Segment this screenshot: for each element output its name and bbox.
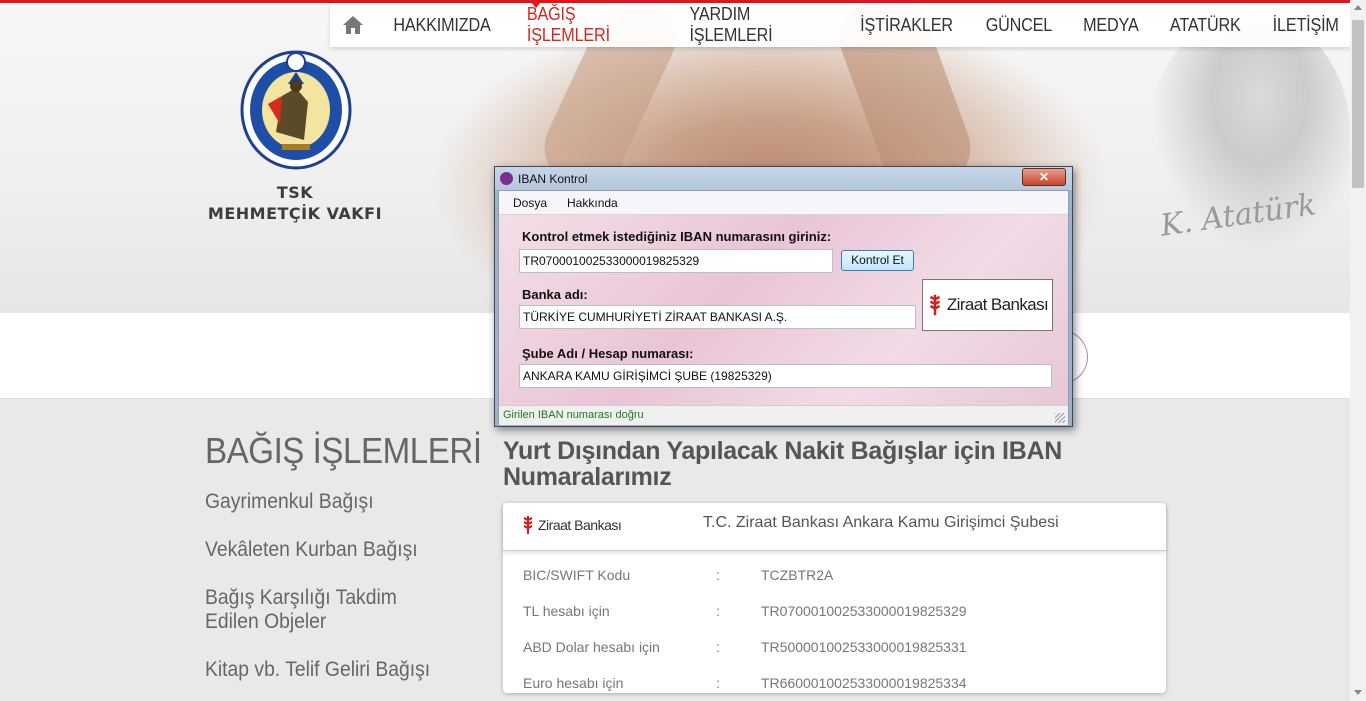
row-sep: : — [716, 567, 720, 583]
scroll-up-icon[interactable] — [1354, 5, 1362, 10]
dialog-ziraat-logo: Ziraat Bankası — [922, 279, 1053, 331]
scrollbar-thumb[interactable] — [1352, 20, 1364, 188]
sidebar-menu: Gayrimenkul Bağışı Vekâleten Kurban Bağı… — [205, 490, 465, 701]
window-body: Dosya Hakkında Kontrol etmek istediğiniz… — [498, 190, 1069, 425]
nav-guncel[interactable]: GÜNCEL — [986, 15, 1053, 36]
nav-istirakler[interactable]: İŞTİRAKLER — [861, 15, 954, 36]
sidebar-item-telif-geliri[interactable]: Kitap vb. Telif Geliri Bağışı — [205, 658, 444, 682]
row-sep: : — [716, 675, 720, 691]
window-titlebar[interactable]: IBAN Kontrol ✕ — [495, 167, 1072, 190]
active-nav-indicator — [531, 2, 541, 8]
status-text: Girilen IBAN numarası doğru — [503, 409, 644, 421]
branch-label: Şube Adı / Hesap numarası: — [522, 346, 694, 361]
sidebar-item-vekaleten-kurban[interactable]: Vekâleten Kurban Bağışı — [205, 538, 444, 562]
iban-kontrol-window: IBAN Kontrol ✕ Dosya Hakkında Kontrol et… — [494, 166, 1073, 427]
nav-iletisim[interactable]: İLETİŞİM — [1272, 15, 1338, 36]
row-value: TR500001002533000019825331 — [761, 639, 967, 655]
bank-name-label: Banka adı: — [522, 287, 588, 302]
sidebar-title: BAĞIŞ İŞLEMLERİ — [205, 430, 482, 471]
close-button[interactable]: ✕ — [1022, 168, 1066, 186]
main-nav: HAKKIMIZDA BAĞIŞ İŞLEMLERİ YARDIM İŞLEML… — [330, 2, 1366, 47]
row-key: ABD Dolar hesabı için — [523, 639, 660, 655]
menu-bar: Dosya Hakkında — [499, 191, 1068, 215]
dialog-content: Kontrol etmek istediğiniz IBAN numarasın… — [499, 215, 1068, 405]
dialog-bank-logo-text: Ziraat Bankası — [946, 295, 1049, 314]
tsk-logo[interactable] — [238, 44, 354, 172]
card-header: Ziraat Bankası T.C. Ziraat Bankası Ankar… — [503, 503, 1166, 551]
resize-grip-icon[interactable] — [1055, 413, 1065, 423]
menu-dosya[interactable]: Dosya — [513, 196, 547, 210]
card-bank-logo-text: Ziraat Bankası — [538, 517, 622, 533]
row-sep: : — [716, 639, 720, 655]
row-value: TR660001002533000019825334 — [761, 675, 967, 691]
table-row: ABD Dolar hesabı için : TR50000100253300… — [503, 629, 1166, 665]
page-scrollbar[interactable] — [1350, 0, 1366, 701]
page: K. Atatürk TSK MEHMETÇİK VAKFI HAKKIMIZD… — [0, 0, 1366, 701]
page-title: Yurt Dışından Yapılacak Nakit Bağışlar i… — [503, 437, 1062, 491]
iban-table: BIC/SWIFT Kodu : TCZBTR2A TL hesabı için… — [503, 551, 1166, 701]
window-title: IBAN Kontrol — [518, 171, 588, 186]
home-icon[interactable] — [342, 14, 364, 36]
nav-ataturk[interactable]: ATATÜRK — [1170, 15, 1241, 36]
nav-bagis-islemleri[interactable]: BAĞIŞ İŞLEMLERİ — [527, 4, 651, 46]
sidebar-item-takdim-objeler[interactable]: Bağış Karşılığı Takdim Edilen Objeler — [205, 586, 444, 634]
menu-hakkinda[interactable]: Hakkında — [567, 196, 618, 210]
bank-name-field[interactable]: TÜRKİYE CUMHURİYETİ ZİRAAT BANKASI A.Ş. — [519, 305, 916, 329]
row-key: Euro hesabı için — [523, 675, 624, 691]
iban-input[interactable]: TR070001002533000019825329 — [519, 249, 833, 273]
row-value: TR070001002533000019825329 — [761, 603, 967, 619]
ziraat-wheat-icon — [523, 516, 533, 534]
iban-card: Ziraat Bankası T.C. Ziraat Bankası Ankar… — [503, 503, 1166, 693]
ziraat-logo: Ziraat Bankası — [521, 515, 622, 535]
scroll-down-icon[interactable] — [1354, 690, 1362, 695]
iban-label: Kontrol etmek istediğiniz IBAN numarasın… — [522, 229, 832, 244]
logo-line-1: TSK — [276, 183, 314, 202]
kontrol-et-button[interactable]: Kontrol Et — [841, 250, 914, 271]
row-value: TCZBTR2A — [761, 567, 834, 583]
nav-yardim-islemleri[interactable]: YARDIM İŞLEMLERİ — [689, 4, 824, 46]
branch-field[interactable]: ANKARA KAMU GİRİŞİMCİ ŞUBE (19825329) — [519, 364, 1052, 388]
row-sep: : — [716, 603, 720, 619]
table-row: Euro hesabı için : TR6600010025330000198… — [503, 665, 1166, 701]
card-title: T.C. Ziraat Bankası Ankara Kamu Girişimc… — [703, 514, 1059, 531]
logo-name: TSK MEHMETÇİK VAKFI — [195, 182, 395, 224]
app-icon — [500, 172, 513, 185]
status-bar: Girilen IBAN numarası doğru — [499, 405, 1068, 425]
table-row: TL hesabı için : TR070001002533000019825… — [503, 593, 1166, 629]
table-row: BIC/SWIFT Kodu : TCZBTR2A — [503, 557, 1166, 593]
row-key: BIC/SWIFT Kodu — [523, 567, 631, 583]
nav-hakkimizda[interactable]: HAKKIMIZDA — [393, 15, 490, 36]
row-key: TL hesabı için — [523, 603, 610, 619]
nav-medya[interactable]: MEDYA — [1083, 15, 1139, 36]
logo-line-2: MEHMETÇİK VAKFI — [207, 204, 383, 223]
ziraat-wheat-icon — [929, 294, 941, 316]
sidebar-item-gayrimenkul[interactable]: Gayrimenkul Bağışı — [205, 490, 444, 514]
